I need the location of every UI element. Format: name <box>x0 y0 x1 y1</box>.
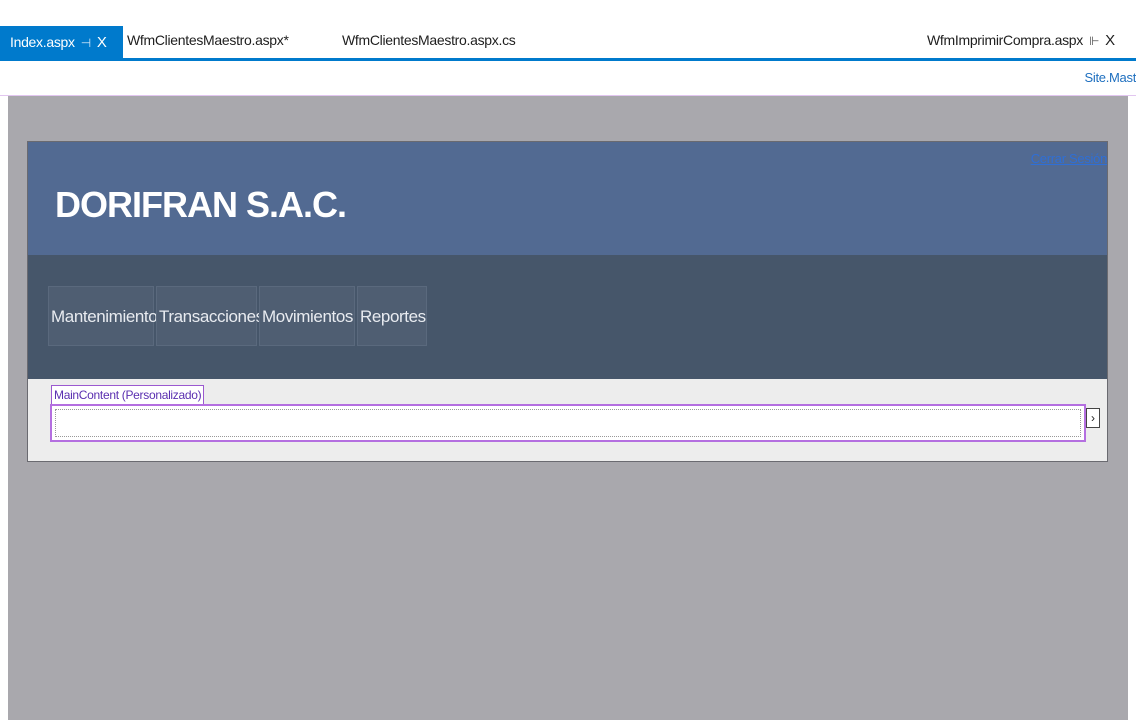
tab-label: WfmImprimirCompra.aspx <box>927 32 1083 48</box>
menu-item-movimientos[interactable]: Movimientos <box>259 286 355 346</box>
content-placeholder-region[interactable] <box>50 404 1086 442</box>
pin-icon[interactable]: ⊩ <box>1089 34 1099 48</box>
tab-label: WfmClientesMaestro.aspx.cs <box>342 32 516 48</box>
tab-wfmclientesmaestro-aspx-cs[interactable]: WfmClientesMaestro.aspx.cs <box>342 26 516 54</box>
master-page-bar: Site.Mast <box>0 61 1136 96</box>
tab-wfmimprimircompra-aspx[interactable]: WfmImprimirCompra.aspx ⊩ X <box>927 26 1115 54</box>
menu-item-reportes[interactable]: Reportes <box>357 286 427 346</box>
editor-tab-bar: Index.aspx ⊣ X WfmClientesMaestro.aspx* Wf… <box>0 0 1136 58</box>
master-page-link[interactable]: Site.Mast <box>1085 70 1136 85</box>
content-placeholder-inner <box>55 409 1081 437</box>
tab-label: Index.aspx <box>10 34 75 50</box>
site-brand: DORIFRAN S.A.C. <box>55 184 347 225</box>
menu-item-transacciones[interactable]: Transacciones <box>156 286 264 346</box>
close-icon[interactable]: X <box>1105 32 1115 49</box>
close-icon[interactable]: X <box>97 34 107 51</box>
site-header: DORIFRAN S.A.C. Cerrar Sesión <box>28 142 1107 255</box>
content-area: MainContent (Personalizado) › <box>28 379 1107 461</box>
page-preview: DORIFRAN S.A.C. Cerrar Sesión Mantenimie… <box>27 141 1108 462</box>
smart-tag-arrow-icon[interactable]: › <box>1086 408 1100 428</box>
navigation-band: Mantenimiento Transacciones Movimientos … <box>28 255 1107 379</box>
menu-item-mantenimiento[interactable]: Mantenimiento <box>48 286 158 346</box>
pin-icon[interactable]: ⊣ <box>81 36 91 50</box>
main-menu: Mantenimiento Transacciones Movimientos … <box>48 286 429 346</box>
tab-index-aspx[interactable]: Index.aspx ⊣ X <box>0 26 123 58</box>
designer-edge <box>0 96 8 720</box>
content-placeholder-tag[interactable]: MainContent (Personalizado) <box>51 385 205 404</box>
tab-wfmclientesmaestro-aspx[interactable]: WfmClientesMaestro.aspx* <box>127 26 289 54</box>
tab-label: WfmClientesMaestro.aspx* <box>127 32 289 48</box>
logout-link[interactable]: Cerrar Sesión <box>1031 151 1108 166</box>
